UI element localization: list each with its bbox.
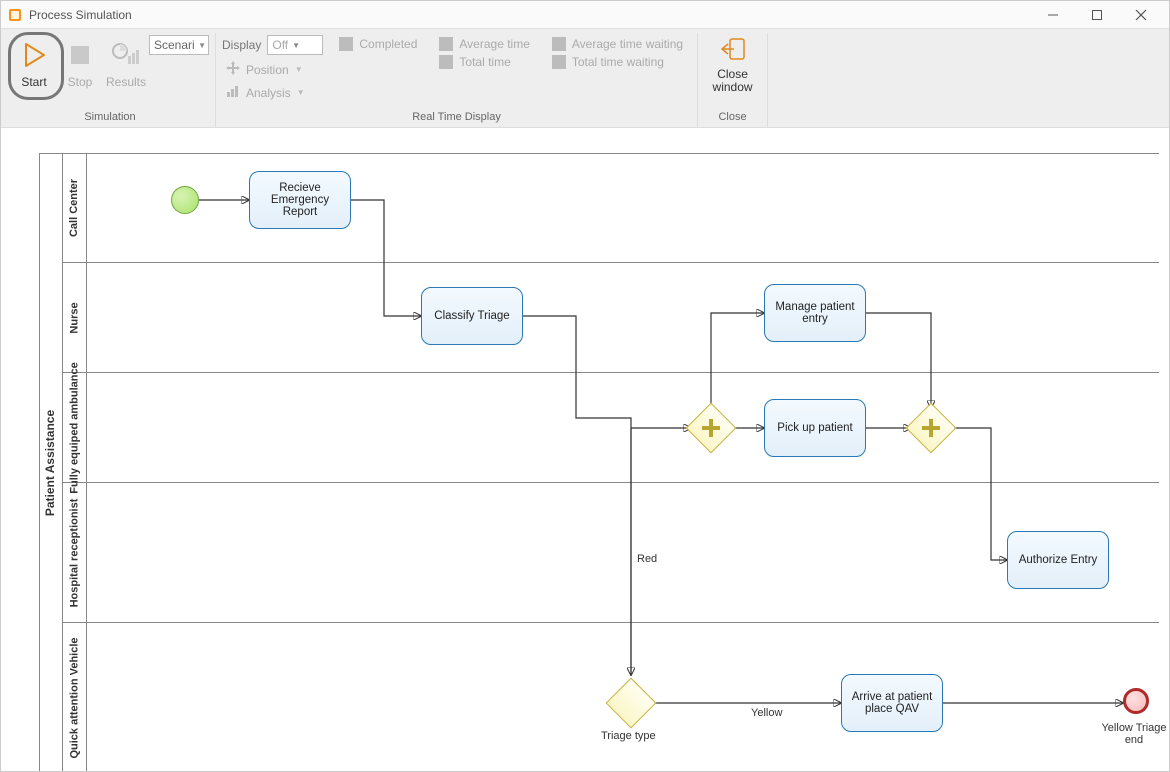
ribbon-spacer xyxy=(768,33,1165,127)
lane-nurse: Nurse xyxy=(63,263,1159,373)
avg-time-checkbox[interactable]: Average time xyxy=(439,37,529,51)
task-authorize-entry[interactable]: Authorize Entry xyxy=(1007,531,1109,589)
task-pickup-patient[interactable]: Pick up patient xyxy=(764,399,866,457)
lane-call-center-label: Call Center xyxy=(69,178,81,236)
total-time-waiting-checkbox[interactable]: Total time waiting xyxy=(552,55,683,69)
task-classify-triage[interactable]: Classify Triage xyxy=(421,287,523,345)
move-icon xyxy=(226,61,240,78)
avg-time-label: Average time xyxy=(459,37,529,51)
chevron-down-icon: ▼ xyxy=(292,41,300,50)
titlebar: Process Simulation xyxy=(1,1,1169,29)
total-time-waiting-label: Total time waiting xyxy=(572,55,664,69)
task-authorize-label: Authorize Entry xyxy=(1019,554,1098,566)
ribbon-group-rtd: Display Off ▼ Position ▼ xyxy=(216,33,698,127)
display-dropdown[interactable]: Off ▼ xyxy=(267,35,323,55)
start-label: Start xyxy=(21,75,46,89)
flow-label-yellow: Yellow xyxy=(751,707,782,719)
scenario-dropdown[interactable]: Scenari ▼ xyxy=(149,35,209,55)
window-controls xyxy=(1031,2,1163,28)
checkbox-icon xyxy=(439,37,453,51)
lane-ambulance: Fully equiped ambulance xyxy=(63,373,1159,483)
close-group-label: Close xyxy=(704,109,761,127)
position-label: Position xyxy=(246,63,289,77)
total-time-checkbox[interactable]: Total time xyxy=(439,55,529,69)
results-label: Results xyxy=(106,75,146,89)
display-label: Display xyxy=(222,38,261,52)
stop-button[interactable]: Stop xyxy=(57,35,103,89)
end-event-yellow-label: Yellow Triage end xyxy=(1099,722,1169,746)
task-arrive-qav-label: Arrive at patient place QAV xyxy=(846,691,938,715)
results-button[interactable]: Results xyxy=(103,35,149,89)
task-pickup-label: Pick up patient xyxy=(777,422,852,434)
display-value: Off xyxy=(272,38,288,52)
chevron-down-icon: ▼ xyxy=(297,88,305,97)
scenario-value: Scenari xyxy=(154,38,194,52)
checkbox-icon xyxy=(439,55,453,69)
avg-time-waiting-label: Average time waiting xyxy=(572,37,683,51)
task-recieve-emergency[interactable]: Recieve Emergency Report xyxy=(249,171,351,229)
gateway-triage-label: Triage type xyxy=(601,730,656,742)
stop-icon xyxy=(64,39,96,71)
position-button[interactable]: Position ▼ xyxy=(222,61,307,78)
completed-label: Completed xyxy=(359,37,417,51)
lane-receptionist: Hospital receptionist xyxy=(63,483,1159,623)
completed-checkbox[interactable]: Completed xyxy=(339,37,417,51)
chevron-down-icon: ▼ xyxy=(295,65,303,74)
lane-receptionist-label: Hospital receptionist xyxy=(69,498,81,607)
minimize-button[interactable] xyxy=(1031,2,1075,28)
task-manage-entry-label: Manage patient entry xyxy=(769,301,861,325)
checkbox-icon xyxy=(339,37,353,51)
avg-time-waiting-checkbox[interactable]: Average time waiting xyxy=(552,37,683,51)
ribbon: Start Stop Results Scenari xyxy=(1,29,1169,128)
checkbox-icon xyxy=(552,55,566,69)
analysis-label: Analysis xyxy=(246,86,291,100)
analysis-button[interactable]: Analysis ▼ xyxy=(222,84,309,101)
close-window-button[interactable]: Close window xyxy=(705,33,761,94)
close-door-icon xyxy=(720,37,746,64)
lane-qav-label: Quick attention Vehicle xyxy=(69,637,81,758)
ribbon-group-close: Close window Close xyxy=(698,33,768,127)
ribbon-group-simulation: Start Stop Results Scenari xyxy=(5,33,216,127)
lane-call-center: Call Center xyxy=(63,153,1159,263)
chevron-down-icon: ▼ xyxy=(198,41,206,50)
app-icon xyxy=(7,7,23,23)
start-event[interactable] xyxy=(171,186,199,214)
lane-ambulance-label: Fully equiped ambulance xyxy=(69,362,81,493)
task-manage-entry[interactable]: Manage patient entry xyxy=(764,284,866,342)
pool-title: Patient Assistance xyxy=(39,153,63,771)
checkbox-icon xyxy=(552,37,566,51)
pool-title-text: Patient Assistance xyxy=(44,410,58,516)
end-event-yellow[interactable] xyxy=(1123,688,1149,714)
chart-icon xyxy=(226,84,240,101)
stop-label: Stop xyxy=(68,75,93,89)
flow-label-red: Red xyxy=(637,553,657,565)
total-time-label: Total time xyxy=(459,55,510,69)
close-window-x-button[interactable] xyxy=(1119,2,1163,28)
task-recieve-label: Recieve Emergency Report xyxy=(254,182,346,218)
results-icon xyxy=(110,39,142,71)
close-window-label: Close window xyxy=(705,68,761,94)
lane-nurse-label: Nurse xyxy=(69,302,81,333)
rtd-group-label: Real Time Display xyxy=(222,109,691,127)
diagram-canvas[interactable]: Patient Assistance Call Center Nurse Ful… xyxy=(1,128,1169,771)
task-classify-label: Classify Triage xyxy=(434,310,509,322)
process-simulation-window: Process Simulation Start xyxy=(0,0,1170,772)
play-icon xyxy=(18,39,50,71)
simulation-group-label: Simulation xyxy=(11,109,209,127)
window-title: Process Simulation xyxy=(29,8,1031,22)
start-button[interactable]: Start xyxy=(11,35,57,89)
maximize-button[interactable] xyxy=(1075,2,1119,28)
task-arrive-qav[interactable]: Arrive at patient place QAV xyxy=(841,674,943,732)
